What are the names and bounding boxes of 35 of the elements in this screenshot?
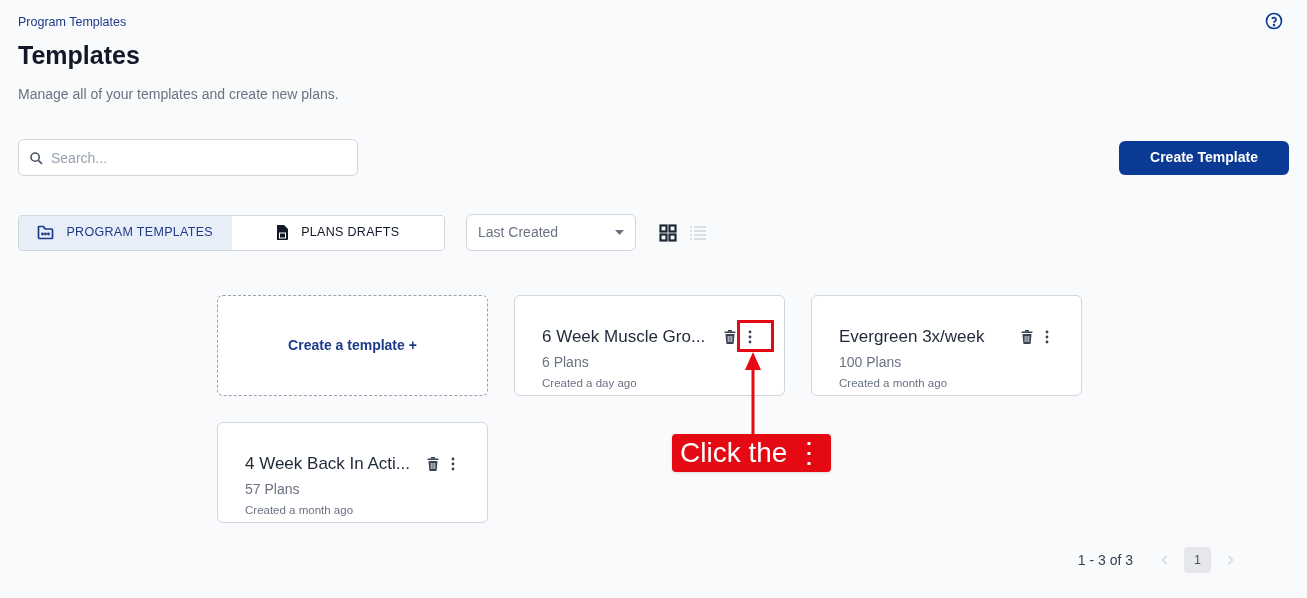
more-options-icon[interactable] <box>748 330 752 344</box>
folder-icon <box>37 225 55 241</box>
more-options-icon[interactable] <box>451 457 455 471</box>
template-card[interactable]: Evergreen 3x/week 100 Plans Created a month ago <box>811 295 1082 397</box>
trash-icon[interactable] <box>1021 330 1033 344</box>
sort-dropdown[interactable]: Last Created <box>466 214 636 252</box>
page-description: Manage all of your templates and create new plans. <box>18 85 340 105</box>
pagination-range: 1 - 3 of 3 <box>1077 550 1133 570</box>
grid-view-icon[interactable] <box>659 223 677 242</box>
plan-count: 57 Plans <box>245 479 301 499</box>
template-name: 4 Week Back In Acti... <box>245 453 411 476</box>
plan-count: 6 Plans <box>542 352 590 372</box>
trash-icon[interactable] <box>427 457 439 471</box>
document-icon <box>276 224 290 242</box>
trash-icon[interactable] <box>724 330 736 344</box>
plan-count: 100 Plans <box>839 352 903 372</box>
template-name: 6 Week Muscle Gro... <box>542 326 706 349</box>
template-card[interactable]: 4 Week Back In Acti... 57 Plans Created a month ago <box>217 422 488 524</box>
annotation-callout: Click the ⋮ <box>672 434 832 473</box>
caret-icon <box>615 230 624 236</box>
create-template-card[interactable]: Create a template + <box>217 295 488 397</box>
template-card[interactable]: 6 Week Muscle Gro... 6 Plans Created a day ago <box>514 295 785 397</box>
search-field[interactable]: Search... <box>18 139 358 177</box>
created-date: Created a month ago <box>839 375 949 391</box>
tab[interactable]: PROGRAM TEMPLATES <box>19 215 232 250</box>
page-title: Templates <box>18 39 141 71</box>
template-name: Evergreen 3x/week <box>839 326 985 349</box>
created-date: Created a day ago <box>542 375 638 391</box>
search-icon <box>29 151 43 166</box>
create-template-button[interactable]: Create Template <box>1119 140 1289 175</box>
more-options-icon[interactable] <box>1045 330 1049 344</box>
breadcrumb-link[interactable]: Program Templates <box>18 13 127 32</box>
help-icon[interactable] <box>1265 12 1283 30</box>
created-date: Created a month ago <box>245 502 355 518</box>
page-button[interactable]: 1 <box>1184 547 1211 574</box>
